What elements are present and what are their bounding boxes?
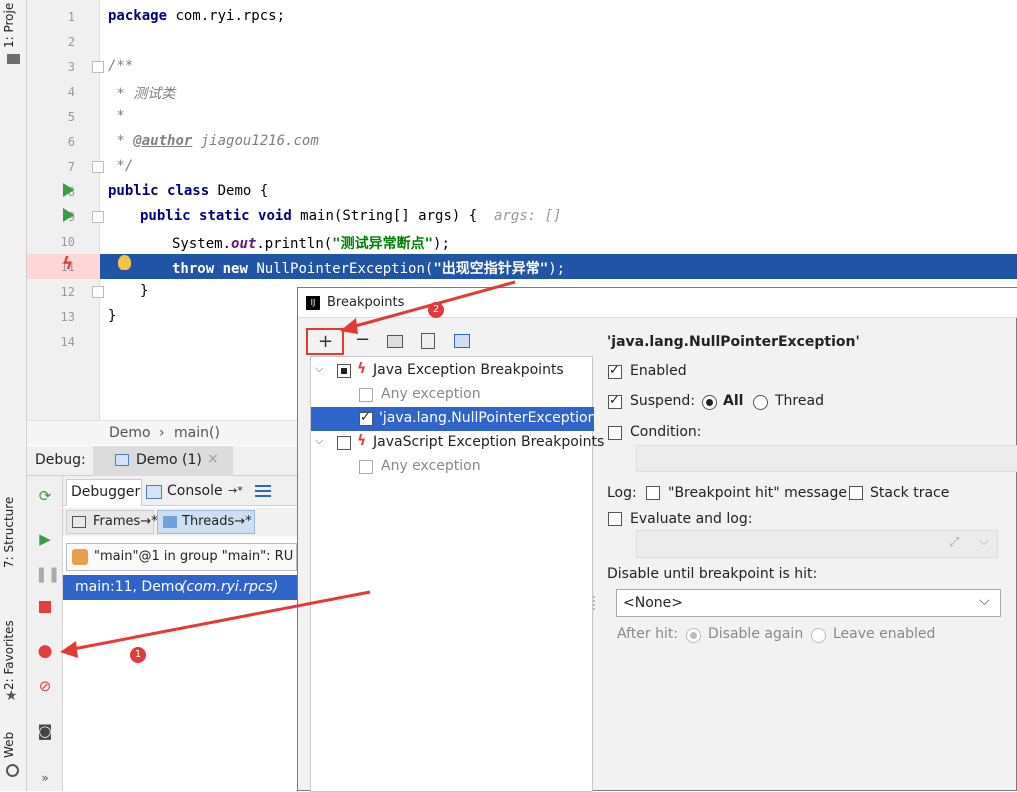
annotation-marker-2: 2: [428, 302, 444, 318]
annotation-arrows: [60, 280, 516, 658]
annotation-arrow-1: [67, 590, 371, 652]
arrowhead: [340, 318, 358, 334]
arrowhead: [60, 641, 78, 658]
annotation-marker-1: 1: [130, 647, 146, 663]
